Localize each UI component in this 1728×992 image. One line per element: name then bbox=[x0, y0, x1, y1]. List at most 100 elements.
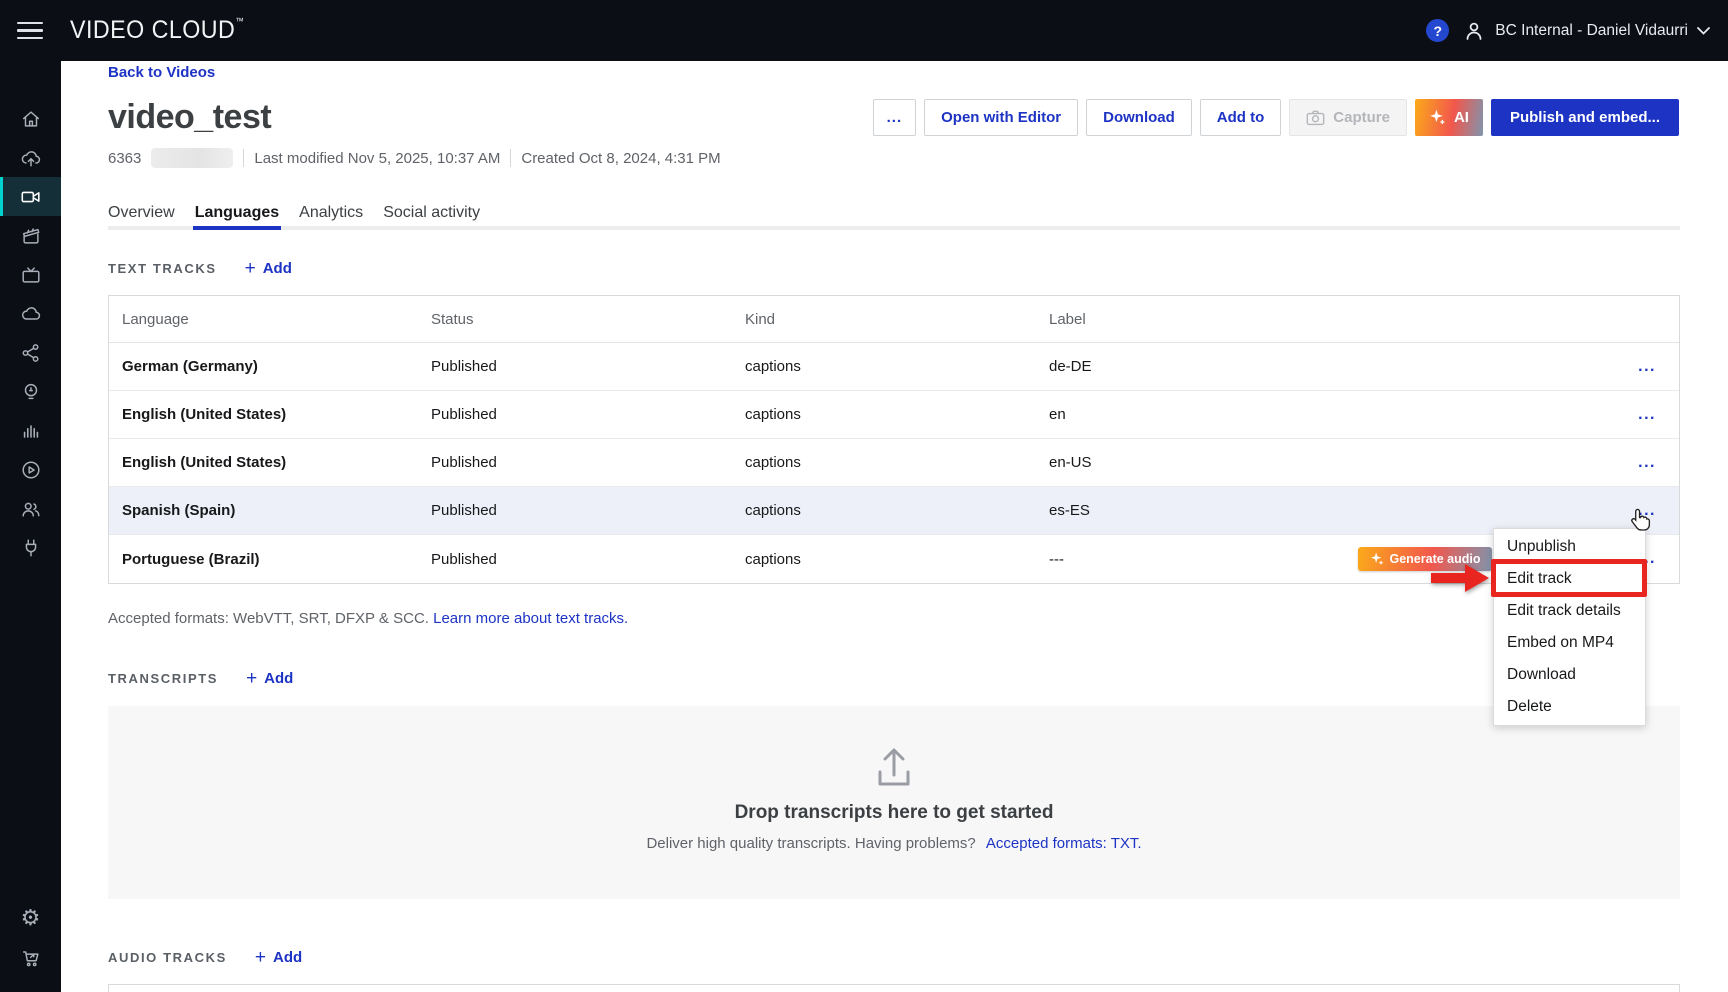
learn-more-link[interactable]: Learn more about text tracks. bbox=[433, 610, 628, 627]
sidebar-item-interactivity[interactable] bbox=[0, 372, 61, 411]
tab-underline-track bbox=[108, 226, 1680, 230]
publish-and-embed-button[interactable]: Publish and embed... bbox=[1491, 99, 1679, 136]
cell-status: Published bbox=[431, 406, 745, 423]
cloud-upload-icon bbox=[20, 147, 42, 169]
camera-icon bbox=[1306, 109, 1325, 126]
table-row[interactable]: German (Germany) Published captions de-D… bbox=[109, 343, 1679, 391]
ai-button[interactable]: AI bbox=[1415, 99, 1483, 136]
menu-item-embed-on-mp4[interactable]: Embed on MP4 bbox=[1494, 627, 1645, 659]
add-text-track-button[interactable]: + Add bbox=[245, 259, 292, 278]
menu-item-download[interactable]: Download bbox=[1494, 659, 1645, 691]
audio-tracks-label: AUDIO TRACKS bbox=[108, 950, 227, 965]
row-actions-button[interactable]: ... bbox=[1638, 358, 1679, 376]
users-icon bbox=[20, 498, 42, 520]
tab-social-activity[interactable]: Social activity bbox=[383, 204, 480, 226]
menu-item-edit-track-details[interactable]: Edit track details bbox=[1494, 595, 1645, 627]
cell-language: German (Germany) bbox=[122, 358, 431, 375]
sidebar-item-share[interactable] bbox=[0, 333, 61, 372]
cloud-icon bbox=[20, 303, 42, 325]
cell-kind: captions bbox=[745, 406, 1049, 423]
sidebar-item-player[interactable] bbox=[0, 450, 61, 489]
sidebar-item-upload[interactable] bbox=[0, 138, 61, 177]
open-with-editor-button[interactable]: Open with Editor bbox=[924, 99, 1078, 136]
capture-button[interactable]: Capture bbox=[1289, 99, 1407, 136]
home-icon bbox=[20, 108, 42, 130]
sidebar-item-marketplace[interactable] bbox=[0, 938, 61, 977]
transcripts-label: TRANSCRIPTS bbox=[108, 671, 218, 686]
more-actions-button[interactable]: ... bbox=[873, 99, 917, 136]
add-to-button[interactable]: Add to bbox=[1200, 99, 1281, 136]
row-context-menu: Unpublish Edit track Edit track details … bbox=[1493, 528, 1646, 726]
sidebar-item-cloud[interactable] bbox=[0, 294, 61, 333]
gear-icon: ⚙ bbox=[21, 908, 41, 930]
column-header-language: Language bbox=[122, 311, 431, 328]
cell-status: Published bbox=[431, 502, 745, 519]
video-camera-icon bbox=[20, 186, 42, 208]
accepted-formats-text: Accepted formats: WebVTT, SRT, DFXP & SC… bbox=[108, 610, 628, 627]
sidebar-item-analytics[interactable] bbox=[0, 411, 61, 450]
cell-kind: captions bbox=[745, 358, 1049, 375]
tab-overview[interactable]: Overview bbox=[108, 204, 175, 226]
tab-analytics[interactable]: Analytics bbox=[299, 204, 363, 226]
table-row[interactable]: English (United States) Published captio… bbox=[109, 439, 1679, 487]
play-circle-icon bbox=[20, 459, 42, 481]
row-actions-button[interactable]: ... bbox=[1638, 454, 1679, 472]
download-button[interactable]: Download bbox=[1086, 99, 1192, 136]
add-audio-track-button[interactable]: + Add bbox=[255, 948, 302, 967]
audio-tracks-section-head: AUDIO TRACKS + Add bbox=[108, 948, 302, 967]
row-actions-button[interactable]: ... bbox=[1638, 406, 1679, 424]
accepted-formats-txt-link[interactable]: Accepted formats: TXT. bbox=[986, 835, 1142, 852]
tab-languages[interactable]: Languages bbox=[195, 204, 279, 226]
column-header-status: Status bbox=[431, 311, 745, 328]
row-actions-button[interactable]: ... bbox=[1638, 502, 1679, 520]
add-transcript-button[interactable]: + Add bbox=[246, 669, 293, 688]
trademark-symbol: ™ bbox=[235, 16, 243, 26]
plus-icon: + bbox=[245, 259, 256, 278]
sidebar-item-videos[interactable] bbox=[0, 177, 61, 216]
table-row-highlighted[interactable]: Spanish (Spain) Published captions es-ES… bbox=[109, 487, 1679, 535]
cell-status: Published bbox=[431, 454, 745, 471]
back-to-videos-link[interactable]: Back to Videos bbox=[108, 64, 215, 81]
account-menu[interactable]: BC Internal - Daniel Vidaurri bbox=[1462, 19, 1710, 43]
sidebar-item-integrations[interactable] bbox=[0, 528, 61, 567]
cell-label: es-ES bbox=[1049, 502, 1609, 519]
dropzone-subtitle: Deliver high quality transcripts. Having… bbox=[646, 835, 1141, 852]
share-nodes-icon bbox=[20, 342, 42, 364]
cell-label: en-US bbox=[1049, 454, 1609, 471]
generate-audio-button[interactable]: Generate audio bbox=[1358, 547, 1492, 571]
menu-item-edit-track[interactable]: Edit track bbox=[1494, 563, 1645, 595]
help-button[interactable]: ? bbox=[1426, 19, 1449, 42]
user-icon bbox=[1462, 19, 1486, 43]
sidebar-item-live[interactable] bbox=[0, 255, 61, 294]
table-header-row: Language Status Kind Label bbox=[109, 296, 1679, 343]
header-actions: ... Open with Editor Download Add to Cap… bbox=[873, 99, 1679, 136]
sparkle-icon bbox=[1370, 552, 1384, 566]
cell-language: Portuguese (Brazil) bbox=[122, 551, 431, 568]
hamburger-menu-icon[interactable] bbox=[17, 22, 43, 40]
upload-icon bbox=[871, 746, 917, 790]
clapperboard-icon bbox=[20, 225, 42, 247]
video-id-redacted bbox=[151, 148, 233, 168]
sidebar-item-media[interactable] bbox=[0, 216, 61, 255]
cell-kind: captions bbox=[745, 454, 1049, 471]
table-row[interactable]: English (United States) Published captio… bbox=[109, 391, 1679, 439]
top-bar: VIDEO CLOUD™ ? BC Internal - Daniel Vida… bbox=[0, 0, 1728, 61]
transcripts-section-head: TRANSCRIPTS + Add bbox=[108, 669, 293, 688]
cell-kind: captions bbox=[745, 551, 1049, 568]
menu-item-delete[interactable]: Delete bbox=[1494, 691, 1645, 723]
page-title: video_test bbox=[108, 98, 271, 137]
sidebar-item-users[interactable] bbox=[0, 489, 61, 528]
tab-bar: Overview Languages Analytics Social acti… bbox=[108, 204, 480, 226]
transcripts-dropzone[interactable]: Drop transcripts here to get started Del… bbox=[108, 706, 1680, 899]
sidebar-item-home[interactable] bbox=[0, 99, 61, 138]
video-meta-row: 6363 Last modified Nov 5, 2025, 10:37 AM… bbox=[108, 148, 721, 168]
menu-item-unpublish[interactable]: Unpublish bbox=[1494, 531, 1645, 563]
column-header-kind: Kind bbox=[745, 311, 1049, 328]
plus-icon: + bbox=[255, 948, 266, 967]
shopping-cart-icon bbox=[20, 947, 42, 969]
sidebar: ⚙ bbox=[0, 61, 61, 992]
app-logo: VIDEO CLOUD™ bbox=[70, 16, 244, 45]
column-header-label: Label bbox=[1049, 311, 1609, 328]
sidebar-item-settings[interactable]: ⚙ bbox=[0, 899, 61, 938]
bar-chart-icon bbox=[20, 420, 42, 442]
